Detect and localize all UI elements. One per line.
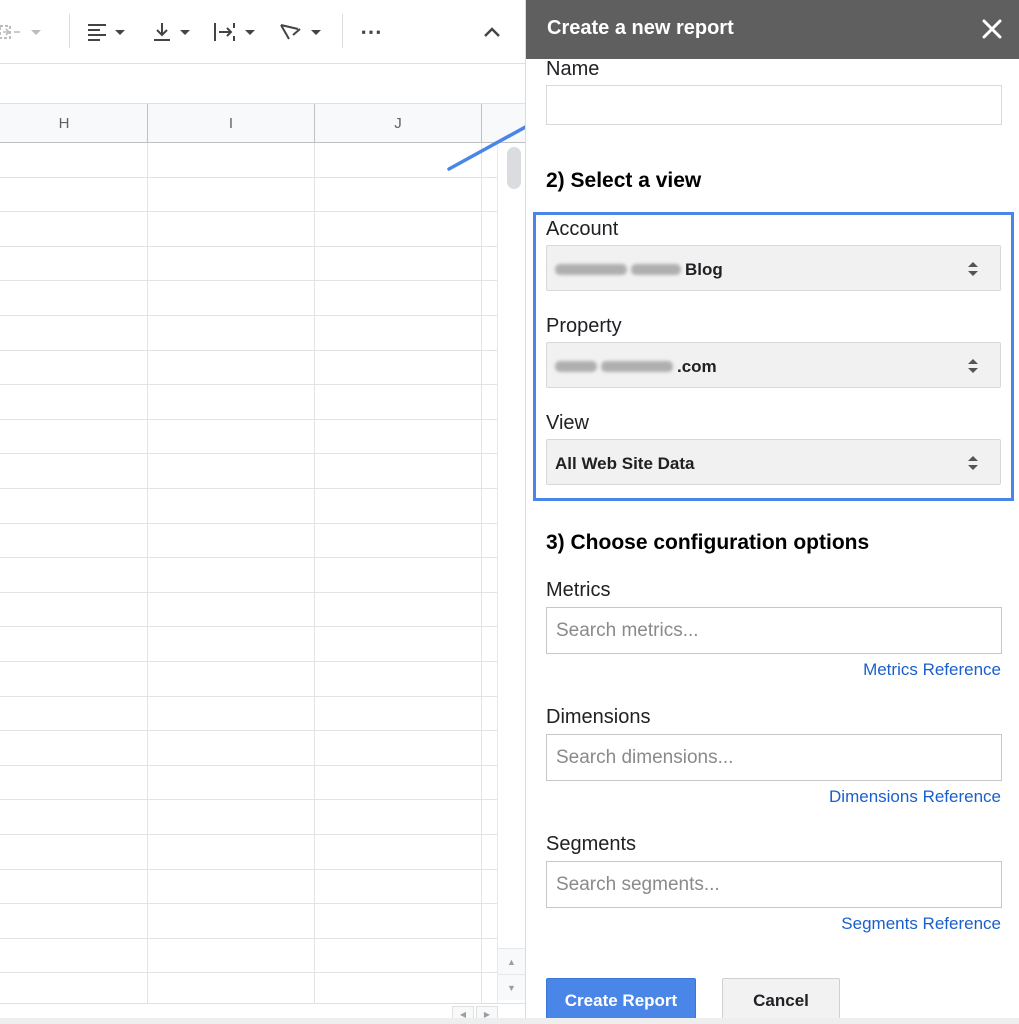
collapse-toolbar-button[interactable]: [482, 18, 502, 46]
text-rotation-button[interactable]: [278, 18, 321, 46]
account-value-suffix: Blog: [685, 260, 723, 279]
merge-cells-button[interactable]: [0, 18, 41, 46]
table-row[interactable]: [0, 558, 497, 593]
table-row[interactable]: [0, 870, 497, 905]
column-divider: [314, 143, 315, 1003]
table-row[interactable]: [0, 627, 497, 662]
column-header-label: I: [228, 115, 234, 132]
segments-reference-link[interactable]: Segments Reference: [841, 914, 1001, 934]
metrics-label: Metrics: [546, 579, 611, 601]
view-label: View: [546, 412, 589, 434]
triangle-down-icon: ▼: [507, 982, 516, 993]
toolbar-divider: [69, 14, 70, 48]
chevron-down-icon: [115, 29, 125, 35]
table-row[interactable]: [0, 731, 497, 766]
scroll-up-button[interactable]: ▲: [498, 948, 525, 974]
name-label: Name: [546, 58, 600, 80]
text-rotation-icon: [278, 21, 304, 43]
table-row[interactable]: [0, 697, 497, 732]
more-options-icon: ⋯: [360, 19, 383, 44]
redacted-text: [555, 357, 677, 377]
up-down-arrows-icon: [968, 456, 978, 470]
account-select[interactable]: Blog: [546, 245, 1001, 291]
property-label: Property: [546, 315, 622, 337]
more-options-button[interactable]: ⋯: [360, 18, 383, 46]
vertical-align-icon: [151, 21, 173, 43]
close-button[interactable]: [977, 14, 1007, 44]
column-header-i[interactable]: I: [148, 104, 315, 143]
dimensions-search-input[interactable]: [546, 734, 1002, 781]
formatting-toolbar: ⋯: [0, 0, 525, 64]
chevron-down-icon: [245, 29, 255, 35]
vertical-scrollbar[interactable]: ▲ ▼: [497, 143, 525, 1003]
table-row[interactable]: [0, 316, 497, 351]
text-wrapping-icon: [212, 21, 238, 43]
view-select-value: All Web Site Data: [555, 454, 695, 473]
table-row[interactable]: [0, 143, 497, 178]
panel-header: Create a new report: [526, 0, 1019, 59]
segments-label: Segments: [546, 833, 637, 855]
table-row[interactable]: [0, 489, 497, 524]
property-select[interactable]: .com: [546, 342, 1001, 388]
table-row[interactable]: [0, 420, 497, 455]
merge-cells-icon: [0, 22, 24, 42]
table-row[interactable]: [0, 281, 497, 316]
window-bottom-edge: [0, 1018, 1019, 1024]
account-select-value: Blog: [555, 260, 723, 280]
table-row[interactable]: [0, 212, 497, 247]
metrics-reference-link[interactable]: Metrics Reference: [863, 660, 1001, 680]
metrics-search-input[interactable]: [546, 607, 1002, 654]
horizontal-align-button[interactable]: [86, 18, 125, 46]
report-name-input[interactable]: [546, 85, 1002, 125]
up-down-arrows-icon: [968, 262, 978, 276]
table-row[interactable]: [0, 662, 497, 697]
scroll-down-button[interactable]: ▼: [498, 974, 525, 1000]
table-row[interactable]: [0, 351, 497, 386]
table-row[interactable]: [0, 904, 497, 939]
dimensions-reference-link[interactable]: Dimensions Reference: [829, 787, 1001, 807]
panel-title: Create a new report: [547, 17, 734, 39]
table-row[interactable]: [0, 247, 497, 282]
toolbar-divider: [342, 14, 343, 48]
table-row[interactable]: [0, 939, 497, 974]
close-icon: [982, 19, 1002, 39]
horizontal-align-icon: [86, 22, 108, 42]
vertical-align-button[interactable]: [151, 18, 190, 46]
column-header-label: H: [58, 115, 70, 132]
segments-search-input[interactable]: [546, 861, 1002, 908]
chevron-down-icon: [311, 29, 321, 35]
property-select-value: .com: [555, 357, 717, 377]
table-row[interactable]: [0, 766, 497, 801]
table-row[interactable]: [0, 524, 497, 559]
text-wrapping-button[interactable]: [212, 18, 255, 46]
table-row[interactable]: [0, 835, 497, 870]
dimensions-label: Dimensions: [546, 706, 651, 728]
chevron-up-icon: [482, 25, 502, 39]
triangle-up-icon: ▲: [507, 956, 516, 967]
up-down-arrows-icon: [968, 359, 978, 373]
select-view-heading: 2) Select a view: [546, 169, 702, 192]
column-header-h[interactable]: H: [0, 104, 148, 143]
column-header-label: J: [394, 115, 402, 132]
column-divider: [481, 143, 482, 1003]
chevron-down-icon: [180, 29, 190, 35]
table-row[interactable]: [0, 178, 497, 213]
account-label: Account: [546, 218, 619, 240]
view-select[interactable]: All Web Site Data: [546, 439, 1001, 485]
table-row[interactable]: [0, 593, 497, 628]
table-row[interactable]: [0, 800, 497, 835]
property-value-suffix: .com: [677, 357, 717, 376]
column-divider: [147, 143, 148, 1003]
chevron-down-icon: [31, 29, 41, 35]
configuration-heading: 3) Choose configuration options: [546, 531, 870, 554]
create-report-panel: Create a new report Name 2) Select a vie…: [525, 0, 1019, 1024]
table-row[interactable]: [0, 454, 497, 489]
table-row[interactable]: [0, 385, 497, 420]
redacted-text: [555, 260, 685, 280]
